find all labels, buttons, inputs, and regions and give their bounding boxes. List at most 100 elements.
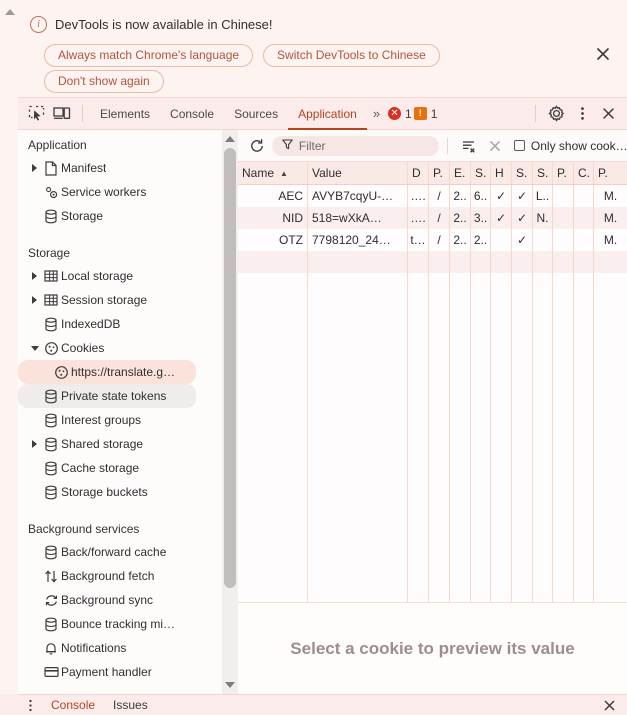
column-header-path[interactable]: P. [429, 162, 450, 184]
scrollbar-thumb[interactable] [224, 148, 236, 588]
sidebar-item-interest-groups[interactable]: Interest groups [18, 408, 220, 432]
column-header-crosssite[interactable]: C. [574, 162, 594, 184]
sidebar-item-storage[interactable]: Storage [18, 204, 220, 228]
column-header-partition[interactable]: P. [553, 162, 574, 184]
tab-sources[interactable]: Sources [224, 98, 288, 130]
sidebar-item-storage-buckets[interactable]: Storage buckets [18, 480, 220, 504]
vertical-dots-icon[interactable] [569, 101, 595, 127]
only-show-cookies-checkbox[interactable]: Only show cook… [513, 139, 627, 153]
column-header-priority[interactable]: P. [594, 162, 627, 184]
grid-column [491, 273, 512, 602]
column-header-domain[interactable]: D [408, 162, 429, 184]
twisty-collapsed-icon[interactable] [28, 440, 41, 448]
table-empty-row[interactable] [238, 251, 627, 273]
drawer-menu-icon[interactable] [18, 698, 42, 713]
scrollbar-down-arrow-icon[interactable] [225, 682, 235, 688]
banner-close-icon[interactable] [593, 44, 613, 64]
column-header-samesite[interactable]: S. [533, 162, 553, 184]
dont-show-again-button[interactable]: Don't show again [44, 70, 164, 93]
sidebar-item-background-sync[interactable]: Background sync [18, 588, 220, 612]
twisty-collapsed-icon[interactable] [28, 272, 41, 280]
sidebar-item-cache-storage[interactable]: Cache storage [18, 456, 220, 480]
sidebar-scrollbar[interactable] [222, 130, 238, 694]
column-header-value[interactable]: Value [308, 162, 408, 184]
drawer-tabbar: Console Issues [18, 694, 627, 715]
banner-title: DevTools is now available in Chinese! [55, 17, 273, 32]
cell-name: OTZ [238, 229, 308, 251]
table-icon [41, 269, 61, 283]
cookies-table[interactable]: Name ▲ Value D P. E. S. H S. S. P. C. P.… [238, 162, 627, 602]
tab-console[interactable]: Console [160, 98, 224, 130]
checkbox-box[interactable] [513, 140, 525, 151]
more-tabs-icon[interactable]: » [367, 106, 386, 121]
refresh-icon[interactable] [244, 133, 270, 159]
sidebar-item-manifest[interactable]: Manifest [18, 156, 220, 180]
drawer-tab-console[interactable]: Console [42, 698, 104, 712]
always-match-language-button[interactable]: Always match Chrome's language [44, 44, 254, 67]
column-header-httponly[interactable]: H [491, 162, 512, 184]
banner-button-row-2: Don't show again [44, 70, 164, 93]
sidebar-item-shared-storage[interactable]: Shared storage [18, 432, 220, 456]
sidebar-item-label: Notifications [61, 641, 127, 655]
scrollbar-up-arrow-icon[interactable] [225, 136, 235, 142]
sidebar-item-session-storage[interactable]: Session storage [18, 288, 220, 312]
sidebar-item-local-storage[interactable]: Local storage [18, 264, 220, 288]
error-badge[interactable]: ✕ 1 [388, 107, 412, 121]
grid-column [533, 273, 553, 602]
table-row[interactable]: AEC AVYB7cqyU-… …. / 2.. 6.. ✓ ✓ L.. M. [238, 185, 627, 207]
card-icon [41, 665, 61, 679]
column-header-secure[interactable]: S. [512, 162, 533, 184]
delete-cookie-icon[interactable] [482, 133, 508, 159]
twisty-expanded-icon[interactable] [28, 345, 41, 351]
sidebar-item-label: https://translate.g… [71, 365, 176, 379]
sidebar-group-background-services: Background services Back/forward cache B… [18, 504, 220, 684]
cell-partition [553, 185, 574, 207]
database-icon [41, 461, 61, 476]
cell-samesite: N. [533, 207, 553, 229]
grid-column [512, 273, 533, 602]
application-sidebar[interactable]: Application Manifest Service workers Sto… [18, 130, 220, 694]
drawer-close-icon[interactable] [602, 698, 627, 713]
column-header-expires[interactable]: E. [450, 162, 471, 184]
cell-httponly: ✓ [491, 207, 512, 229]
cell-httponly [491, 229, 512, 251]
column-header-name[interactable]: Name ▲ [238, 162, 308, 184]
scroll-up-arrow-icon[interactable] [5, 9, 15, 15]
sidebar-item-notifications[interactable]: Notifications [18, 636, 220, 660]
cell-size: 6.. [471, 185, 491, 207]
sidebar-item-payment-handler[interactable]: Payment handler [18, 660, 220, 684]
sort-ascending-icon: ▲ [280, 168, 288, 178]
cell-priority: M. [603, 211, 618, 225]
gear-icon[interactable] [543, 101, 569, 127]
sidebar-item-back-forward-cache[interactable]: Back/forward cache [18, 540, 220, 564]
inspect-element-icon[interactable] [23, 101, 49, 127]
close-devtools-icon[interactable] [595, 101, 621, 127]
switch-to-chinese-button[interactable]: Switch DevTools to Chinese [263, 44, 440, 67]
sidebar-item-service-workers[interactable]: Service workers [18, 180, 220, 204]
empty-cell [471, 251, 491, 273]
document-icon [41, 160, 61, 176]
sidebar-item-bounce-tracking-mitigations[interactable]: Bounce tracking mi… [18, 612, 220, 636]
drawer-tab-issues[interactable]: Issues [104, 698, 157, 712]
twisty-collapsed-icon[interactable] [28, 164, 41, 172]
sidebar-group-storage: Storage Local storage Session storage In… [18, 228, 220, 504]
sidebar-item-background-fetch[interactable]: Background fetch [18, 564, 220, 588]
warning-badge[interactable]: ! 1 [413, 107, 437, 121]
sidebar-item-private-state-tokens[interactable]: Private state tokens [18, 384, 196, 408]
table-row[interactable]: OTZ 7798120_24… t… / 2.. 2.. ✓ M. [238, 229, 627, 251]
twisty-collapsed-icon[interactable] [28, 296, 41, 304]
column-header-size[interactable]: S. [471, 162, 491, 184]
filter-input[interactable]: Filter [271, 135, 440, 156]
cell-crosssite [574, 207, 594, 229]
sidebar-heading-application: Application [28, 138, 87, 152]
warning-icon: ! [413, 107, 427, 120]
sidebar-item-cookie-origin[interactable]: https://translate.g… [18, 360, 196, 384]
grid-column [553, 273, 574, 602]
sidebar-item-cookies[interactable]: Cookies [18, 336, 220, 360]
device-toolbar-icon[interactable] [49, 101, 75, 127]
table-row[interactable]: NID 518=wXkA… …. / 2.. 3.. ✓ ✓ N. M. [238, 207, 627, 229]
clear-all-cookies-icon[interactable] [456, 133, 482, 159]
sidebar-item-indexeddb[interactable]: IndexedDB [18, 312, 220, 336]
tab-application[interactable]: Application [288, 98, 367, 130]
tab-elements[interactable]: Elements [90, 98, 160, 130]
